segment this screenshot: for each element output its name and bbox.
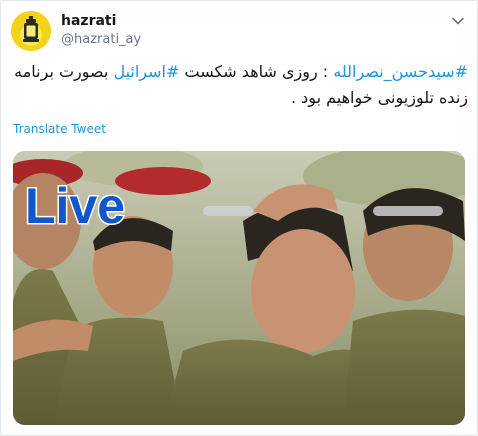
live-overlay-text: Live [23,178,126,234]
hashtag-link[interactable]: #اسرائیل [113,62,179,81]
chevron-down-icon[interactable] [451,13,465,27]
tweet-text-part: : روزی شاهد شکست [179,62,334,81]
avatar[interactable] [11,11,51,51]
tweet-card: hazrati @hazrati_ay #سیدحسن_نصرالله : رو… [0,0,478,436]
translate-tweet-link[interactable]: Translate Tweet [13,122,106,136]
lantern-logo-icon [11,11,51,51]
hashtag-link[interactable]: #سیدحسن_نصرالله [333,62,468,81]
user-handle[interactable]: @hazrati_ay [61,32,141,47]
tweet-text: #سیدحسن_نصرالله : روزی شاهد شکست #اسرائی… [13,59,468,111]
display-name[interactable]: hazrati [61,13,116,29]
